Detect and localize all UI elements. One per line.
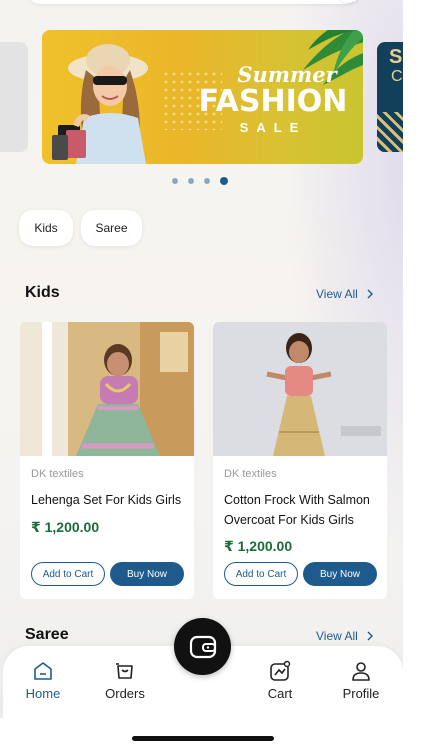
nav-cart[interactable]: Cart: [250, 660, 310, 701]
pager-dot[interactable]: [172, 178, 178, 184]
banner-next-letter-2: C: [391, 68, 403, 85]
banner-next-stripes: [377, 112, 403, 152]
view-all-label: View All: [316, 287, 358, 301]
search-bar[interactable]: [28, 0, 358, 4]
nav-home[interactable]: Home: [13, 660, 73, 701]
view-all-saree-link[interactable]: View All: [316, 629, 374, 643]
view-all-kids-link[interactable]: View All: [316, 287, 374, 301]
wallet-fab-button[interactable]: [174, 618, 231, 675]
banner-next-letter: S: [389, 46, 403, 68]
buy-now-button[interactable]: Buy Now: [303, 562, 377, 586]
view-all-label: View All: [316, 629, 358, 643]
product-seller: DK textiles: [31, 468, 84, 480]
banner-previous[interactable]: [0, 42, 28, 152]
nav-orders-label: Orders: [105, 686, 145, 701]
frock-photo: [213, 322, 387, 456]
lehenga-photo: [20, 322, 194, 456]
nav-profile-label: Profile: [342, 686, 380, 701]
add-to-cart-button[interactable]: Add to Cart: [31, 562, 105, 586]
product-card[interactable]: DK textiles Cotton Frock With Salmon Ove…: [213, 322, 387, 599]
nav-orders[interactable]: Orders: [95, 660, 155, 701]
nav-cart-label: Cart: [267, 686, 293, 701]
buy-now-button[interactable]: Buy Now: [110, 562, 184, 586]
product-card[interactable]: DK textiles Lehenga Set For Kids Girls ₹…: [20, 322, 194, 599]
home-icon: [34, 662, 52, 680]
chevron-right-icon: [367, 289, 373, 299]
chart-icon: [270, 660, 291, 681]
pager-dot[interactable]: [188, 178, 194, 184]
nav-profile[interactable]: Profile: [331, 660, 391, 701]
product-name[interactable]: Lehenga Set For Kids Girls: [31, 490, 189, 510]
product-image[interactable]: [20, 322, 194, 456]
product-name[interactable]: Cotton Frock With Salmon Overcoat For Ki…: [224, 490, 382, 530]
section-title-kids: Kids: [25, 284, 60, 301]
nav-home-label: Home: [25, 686, 61, 701]
home-indicator[interactable]: [132, 736, 274, 741]
chip-kids[interactable]: Kids: [19, 210, 73, 246]
pager-dot[interactable]: [204, 178, 210, 184]
wallet-icon: [189, 635, 216, 658]
chip-saree[interactable]: Saree: [81, 210, 142, 246]
section-title-saree: Saree: [25, 626, 69, 643]
add-to-cart-button[interactable]: Add to Cart: [224, 562, 298, 586]
chevron-right-icon: [367, 631, 373, 641]
carousel-pager: [172, 177, 228, 185]
promo-banner[interactable]: Summer FASHION SALE: [42, 30, 363, 164]
product-price: ₹ 1,200.00: [31, 519, 100, 535]
banner-title-fashion: FASHION: [198, 84, 348, 119]
model-image: [52, 44, 148, 164]
banner-next[interactable]: S C: [377, 42, 403, 152]
pager-dot-active[interactable]: [220, 177, 228, 185]
user-icon: [352, 662, 370, 681]
app-screen: Summer FASHION SALE S C Kids Saree Kids …: [0, 0, 403, 718]
product-image[interactable]: [213, 322, 387, 456]
product-seller: DK textiles: [224, 468, 277, 480]
shopping-bag-icon: [116, 663, 133, 679]
product-price: ₹ 1,200.00: [224, 538, 293, 554]
banner-title-sale: SALE: [239, 120, 307, 135]
